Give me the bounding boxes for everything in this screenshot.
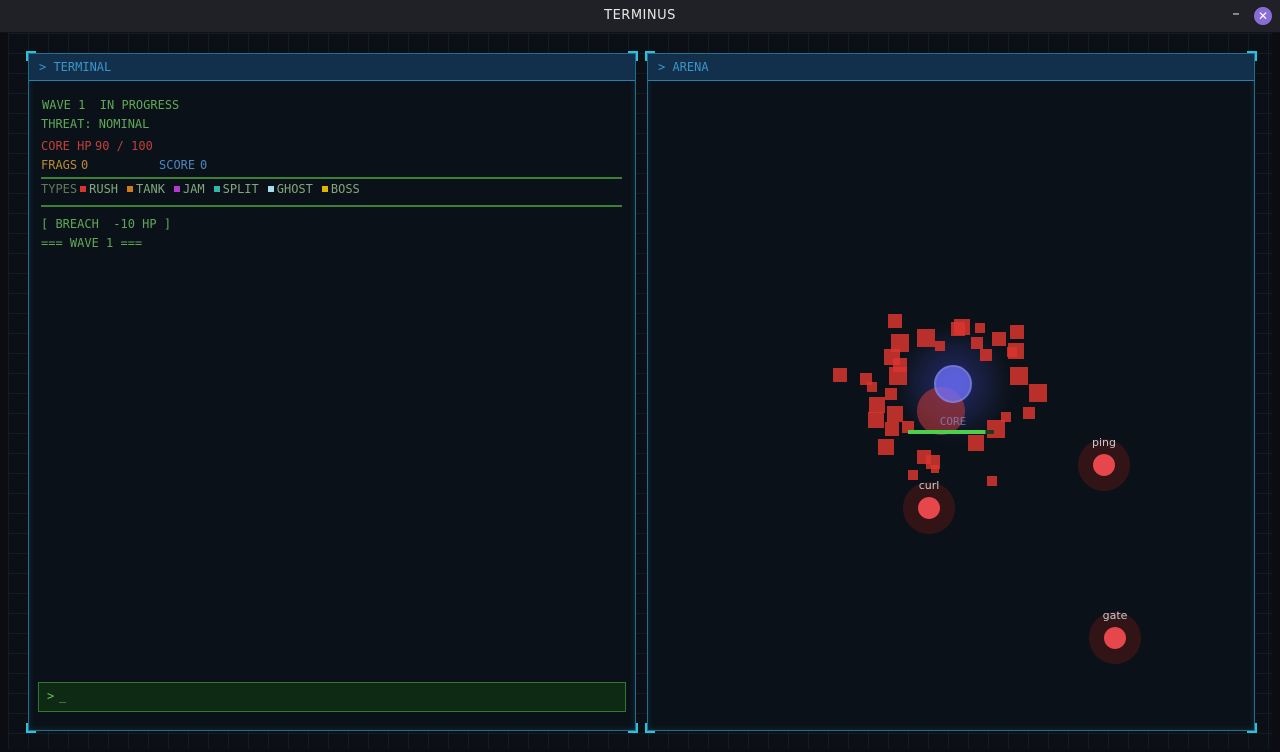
node-gate[interactable]: gate <box>1089 609 1141 664</box>
enemy-rush <box>885 422 899 436</box>
enemy-rush <box>935 341 945 351</box>
enemy-rush <box>987 420 1005 438</box>
enemy-rush <box>987 476 997 486</box>
command-input[interactable]: > _ <box>38 682 626 712</box>
arena-header: > ARENA <box>648 54 1254 81</box>
core-label: CORE <box>940 415 967 428</box>
enemy-rush <box>867 382 877 392</box>
type-ghost: GHOST <box>265 182 313 196</box>
enemy-rush <box>1001 412 1011 422</box>
type-swatch-icon <box>127 186 134 192</box>
frags-label: FRAGS <box>41 158 78 172</box>
enemy-rush <box>971 337 983 349</box>
enemy-rush <box>1007 347 1017 357</box>
type-swatch-icon <box>321 186 328 192</box>
type-swatch-icon <box>267 186 274 192</box>
log-line: [ BREACH -10 HP ] <box>41 217 172 231</box>
type-swatch-icon <box>80 186 87 192</box>
prompt-symbol: > <box>47 689 55 703</box>
enemy-rush <box>868 412 884 428</box>
score-value: 0 <box>200 158 208 172</box>
window-titlebar: TERMINUS – ✕ <box>0 0 1280 33</box>
enemy-rush <box>1023 407 1035 419</box>
wave-status: WAVE 1 IN PROGRESS <box>42 98 180 112</box>
core-orb <box>934 365 972 403</box>
type-label: SPLIT <box>222 182 259 196</box>
enemy-rush <box>878 439 894 455</box>
node-label: ping <box>1092 436 1116 449</box>
enemy-rush <box>951 322 965 336</box>
enemy-rush <box>869 397 885 413</box>
enemy-rush <box>887 406 903 422</box>
type-label: GHOST <box>276 182 313 196</box>
terminal-panel: > TERMINAL WAVE 1 IN PROGRESS THREAT: NO… <box>26 51 638 733</box>
core-hp-bar-fill <box>908 430 986 434</box>
enemy-rush <box>893 358 907 372</box>
node-curl[interactable]: curl <box>903 479 955 534</box>
enemy-rush <box>1029 384 1047 402</box>
enemy-rush <box>833 368 847 382</box>
type-rush: RUSH <box>77 182 118 196</box>
enemy-rush <box>931 465 939 473</box>
core-hp-value: 90 / 100 <box>95 139 153 153</box>
types-label: TYPES <box>41 182 78 196</box>
enemy-rush <box>885 388 897 400</box>
score-label: SCORE <box>159 158 196 172</box>
type-label: JAM <box>182 182 205 196</box>
minimize-button[interactable]: – <box>1228 4 1244 24</box>
type-label: TANK <box>136 182 165 196</box>
threat-level: THREAT: NOMINAL <box>41 117 150 131</box>
arena-panel: > ARENA CORE ping curl gate <box>645 51 1257 733</box>
type-label: RUSH <box>89 182 119 196</box>
game-content: > TERMINAL WAVE 1 IN PROGRESS THREAT: NO… <box>8 33 1272 749</box>
terminal-header: > TERMINAL <box>29 54 635 81</box>
type-label: BOSS <box>330 182 360 196</box>
enemy-rush <box>1010 325 1024 339</box>
core-hp-label: CORE HP <box>41 139 92 153</box>
divider <box>41 205 622 207</box>
window-title: TERMINUS <box>604 8 676 23</box>
type-tank: TANK <box>124 182 165 196</box>
type-swatch-icon <box>173 186 180 192</box>
panel-corner <box>628 723 638 733</box>
node-label: gate <box>1103 609 1128 622</box>
log-line: === WAVE 1 === <box>41 236 143 250</box>
text-caret: _ <box>59 689 67 703</box>
type-swatch-icon <box>213 186 220 192</box>
divider <box>41 177 622 179</box>
enemy-rush <box>980 349 992 361</box>
type-jam: JAM <box>171 182 205 196</box>
node-ping[interactable]: ping <box>1078 436 1130 491</box>
type-boss: BOSS <box>319 182 360 196</box>
enemy-rush <box>1010 367 1028 385</box>
node-label: curl <box>919 479 940 492</box>
arena-canvas[interactable]: CORE ping curl gate <box>648 81 1254 729</box>
enemy-rush <box>975 323 985 333</box>
enemy-types-legend: TYPES RUSH TANK JAM SPLIT GHOST BOSS <box>41 182 366 196</box>
panel-corner <box>26 723 36 733</box>
enemy-rush <box>908 470 918 480</box>
close-button[interactable]: ✕ <box>1254 7 1272 25</box>
enemy-rush <box>888 314 902 328</box>
type-split: SPLIT <box>211 182 259 196</box>
frags-value: 0 <box>81 158 89 172</box>
enemy-rush <box>992 332 1006 346</box>
enemy-rush <box>968 435 984 451</box>
enemy-rush <box>917 329 935 347</box>
